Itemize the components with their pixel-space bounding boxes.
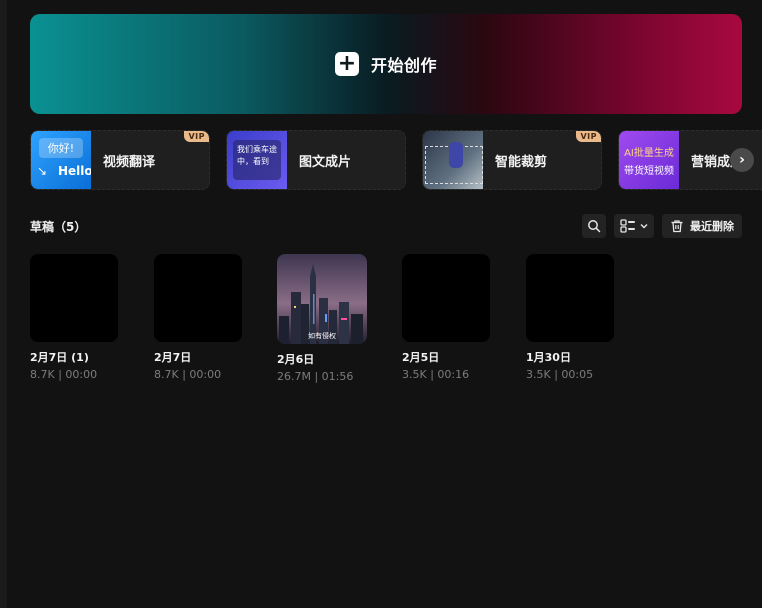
- draft-card[interactable]: 2月7日 8.7K | 00:00: [154, 254, 244, 381]
- draft-title: 2月5日: [402, 351, 440, 364]
- start-creating-button[interactable]: + 开始创作: [30, 14, 742, 114]
- recently-deleted-label: 最近删除: [690, 220, 734, 233]
- draft-card[interactable]: 1月30日 3.5K | 00:05: [526, 254, 616, 381]
- draft-thumbnail: [154, 254, 242, 342]
- search-button[interactable]: [582, 214, 606, 238]
- draft-title: 2月7日 (1): [30, 351, 89, 364]
- draft-card[interactable]: 2月7日 (1) 8.7K | 00:00: [30, 254, 120, 381]
- draft-title: 2月7日: [154, 351, 192, 364]
- plus-icon: +: [334, 52, 359, 76]
- draft-title: 2月6日: [277, 353, 315, 366]
- search-icon: [588, 220, 601, 233]
- draft-card[interactable]: 2月5日 3.5K | 00:16: [402, 254, 492, 381]
- video-translate-thumbnail: 你好! ↘ Hello: [31, 131, 91, 189]
- tool-smart-crop[interactable]: 智能裁剪 VIP: [422, 130, 602, 190]
- draft-meta: 3.5K | 00:16: [402, 368, 470, 381]
- start-creating-label: 开始创作: [370, 56, 437, 75]
- smart-crop-thumbnail: [423, 131, 483, 189]
- person-figure: [449, 142, 463, 168]
- draft-meta: 8.7K | 00:00: [154, 368, 222, 381]
- chevron-right-icon[interactable]: ›: [730, 148, 754, 172]
- thumb-line-2: 带货短视频: [624, 165, 674, 177]
- draft-thumbnail-city: 如有侵权: [277, 254, 367, 344]
- vip-badge: VIP: [184, 131, 209, 142]
- grid-view-icon: [619, 219, 635, 233]
- marketing-video-thumbnail: AI批量生成 带货短视频: [619, 131, 679, 189]
- draft-meta: 26.7M | 01:56: [277, 370, 354, 383]
- tool-label: 图文成片: [299, 154, 352, 170]
- tool-label: 智能裁剪: [495, 154, 548, 170]
- recently-deleted-button[interactable]: 最近删除: [662, 214, 742, 238]
- tool-carousel: 你好! ↘ Hello 视频翻译 VIP 我们乘车途中，看到 图文成片 智能裁剪…: [30, 130, 762, 190]
- thumb-hello-text: Hello: [58, 164, 91, 178]
- thumb-bubble-text: 你好!: [39, 138, 83, 158]
- left-edge-strip: [0, 0, 7, 608]
- tool-text-to-video[interactable]: 我们乘车途中，看到 图文成片: [226, 130, 406, 190]
- draft-meta: 3.5K | 00:05: [526, 368, 594, 381]
- chevron-down-icon: [640, 224, 647, 229]
- vip-badge: VIP: [576, 131, 601, 142]
- tool-video-translate[interactable]: 你好! ↘ Hello 视频翻译 VIP: [30, 130, 210, 190]
- draft-thumbnail: [526, 254, 614, 342]
- draft-card[interactable]: 如有侵权 2月6日 26.7M | 01:56: [277, 254, 367, 383]
- thumb-doc-text: 我们乘车途中，看到: [233, 140, 281, 180]
- draft-thumbnail: [402, 254, 490, 342]
- view-toggle-button[interactable]: [614, 214, 654, 238]
- draft-meta: 8.7K | 00:00: [30, 368, 98, 381]
- draft-title: 1月30日: [526, 351, 571, 364]
- tool-label: 视频翻译: [103, 154, 156, 170]
- thumb-line-1: AI批量生成: [624, 147, 674, 159]
- drafts-title: 草稿（5）: [30, 220, 87, 234]
- text-to-video-thumbnail: 我们乘车途中，看到: [227, 131, 287, 189]
- watermark-text: 如有侵权: [308, 332, 336, 340]
- trash-icon: [671, 220, 683, 233]
- draft-thumbnail: [30, 254, 118, 342]
